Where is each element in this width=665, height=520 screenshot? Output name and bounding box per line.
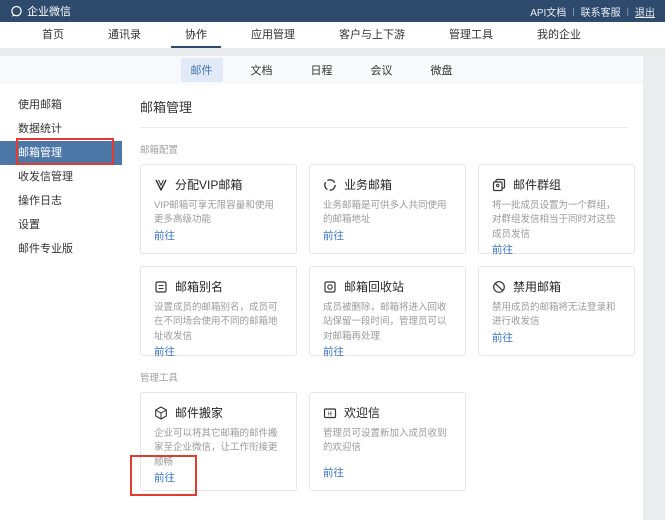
chat-bubble-logo-icon [10,5,23,18]
main-panel: 邮箱管理 邮箱配置 [122,84,643,520]
vip-v-icon [154,178,168,192]
logout-link[interactable]: 退出 [635,4,655,19]
svg-text:Hi: Hi [328,411,333,417]
goto-link-alias[interactable]: 前往 [154,344,283,359]
nav-item-app-management[interactable]: 应用管理 [237,22,309,48]
mailbox-config-cards: 分配VIP邮箱 VIP邮箱可享无限容量和使用更多高级功能 前往 [140,164,628,356]
card-title: 邮件搬家 [175,404,223,421]
topbar-links: API文档 | 联系客服 | 退出 [530,4,655,19]
tab-mail[interactable]: 邮件 [181,58,223,82]
goto-link-recycle[interactable]: 前往 [323,344,452,359]
card-title: 邮件群组 [513,176,561,193]
sidebar-item-use-mailbox[interactable]: 使用邮箱 [0,93,122,117]
card-title: 禁用邮箱 [513,278,561,295]
card-desc: 管理员可设置新加入成员收到的欢迎信 [323,427,452,456]
card-title: 邮箱回收站 [344,278,404,295]
nav-item-home[interactable]: 首页 [28,22,78,48]
card-title: 邮箱别名 [175,278,223,295]
card-title: 分配VIP邮箱 [175,176,242,193]
page-title: 邮箱管理 [140,97,628,116]
collaboration-subtabs: 邮件 文档 日程 会议 微盘 [0,56,643,84]
divider: | [572,6,574,16]
goto-link-vip[interactable]: 前往 [154,228,283,243]
recycle-bin-icon [323,280,337,294]
primary-nav: 首页 通讯录 协作 应用管理 客户与上下游 管理工具 我的企业 [0,22,665,48]
sidebar-item-statistics[interactable]: 数据统计 [0,117,122,141]
nav-item-customers[interactable]: 客户与上下游 [325,22,419,48]
sidebar-item-mail-pro[interactable]: 邮件专业版 [0,237,122,261]
tab-drive[interactable]: 微盘 [421,58,463,82]
nav-item-contacts[interactable]: 通讯录 [94,22,155,48]
card-disabled-mailbox: 禁用邮箱 禁用成员的邮箱将无法登录和进行收发信 前往 [478,266,635,356]
card-desc: 成员被删除，邮箱将进入回收站保留一段时间，管理员可以对邮箱再处理 [323,301,452,344]
goto-link-group[interactable]: 前往 [492,242,621,257]
card-mail-migration: 邮件搬家 企业可以将其它邮箱的邮件搬家至企业微信，让工作衔接更顺畅 前往 [140,392,297,491]
divider-band [0,48,665,56]
nav-item-admin-tools[interactable]: 管理工具 [435,22,507,48]
welcome-letter-icon: Hi [323,406,337,420]
disabled-mailbox-icon [492,280,506,294]
card-mail-group: 邮件群组 将一批成员设置为一个群组，对群组发信相当于同时对这些成员发信 前往 [478,164,635,254]
divider: | [627,6,629,16]
scrollbar-gutter [643,56,665,520]
card-vip-mailbox: 分配VIP邮箱 VIP邮箱可享无限容量和使用更多高级功能 前往 [140,164,297,254]
card-desc: 禁用成员的邮箱将无法登录和进行收发信 [492,301,621,330]
sidebar-item-mailbox-management[interactable]: 邮箱管理 [0,141,122,165]
contact-support-link[interactable]: 联系客服 [581,4,621,19]
divider [140,127,628,128]
wecom-logo[interactable]: 企业微信 [10,3,71,19]
mail-migration-box-icon [154,406,168,420]
sidebar-item-settings[interactable]: 设置 [0,213,122,237]
mail-alias-icon [154,280,168,294]
card-desc: VIP邮箱可享无限容量和使用更多高级功能 [154,199,283,228]
card-welcome-letter: Hi 欢迎信 管理员可设置新加入成员收到的欢迎信 前往 [309,392,466,491]
topbar: 企业微信 API文档 | 联系客服 | 退出 [0,0,665,22]
tab-calendar[interactable]: 日程 [301,58,343,82]
card-business-mailbox: 业务邮箱 业务邮箱是可供多人共同使用的邮箱地址 前往 [309,164,466,254]
admin-tools-cards: 邮件搬家 企业可以将其它邮箱的邮件搬家至企业微信，让工作衔接更顺畅 前往 H [140,392,628,491]
card-mail-alias: 邮箱别名 设置成员的邮箱别名，成员可在不同场合使用不同的邮箱地址收发信 前往 [140,266,297,356]
sidebar-item-operation-log[interactable]: 操作日志 [0,189,122,213]
goto-link-welcome[interactable]: 前往 [323,465,452,480]
card-desc: 业务邮箱是可供多人共同使用的邮箱地址 [323,199,452,228]
api-docs-link[interactable]: API文档 [530,4,566,19]
section-label-admin-tools: 管理工具 [140,370,628,384]
section-label-mailbox-config: 邮箱配置 [140,142,628,156]
wecom-admin-page: 企业微信 API文档 | 联系客服 | 退出 首页 通讯录 协作 应用管理 客户… [0,0,665,520]
card-title: 业务邮箱 [344,176,392,193]
goto-link-disabled[interactable]: 前往 [492,330,621,345]
card-desc: 企业可以将其它邮箱的邮件搬家至企业微信，让工作衔接更顺畅 [154,427,283,470]
nav-item-my-company[interactable]: 我的企业 [523,22,595,48]
tab-docs[interactable]: 文档 [241,58,283,82]
business-mailbox-icon [323,178,337,192]
card-title: 欢迎信 [344,404,380,421]
mail-group-icon [492,178,506,192]
goto-link-migration[interactable]: 前往 [154,470,283,485]
tab-meeting[interactable]: 会议 [361,58,403,82]
mail-sidebar: 使用邮箱 数据统计 邮箱管理 收发信管理 操作日志 设置 邮件专业版 [0,84,122,520]
goto-link-business[interactable]: 前往 [323,228,452,243]
card-recycle-bin: 邮箱回收站 成员被删除，邮箱将进入回收站保留一段时间，管理员可以对邮箱再处理 前… [309,266,466,356]
card-desc: 将一批成员设置为一个群组，对群组发信相当于同时对这些成员发信 [492,199,621,242]
nav-item-collaboration[interactable]: 协作 [171,22,221,48]
brand-name: 企业微信 [27,3,71,19]
card-desc: 设置成员的邮箱别名，成员可在不同场合使用不同的邮箱地址收发信 [154,301,283,344]
sidebar-item-send-receive[interactable]: 收发信管理 [0,165,122,189]
